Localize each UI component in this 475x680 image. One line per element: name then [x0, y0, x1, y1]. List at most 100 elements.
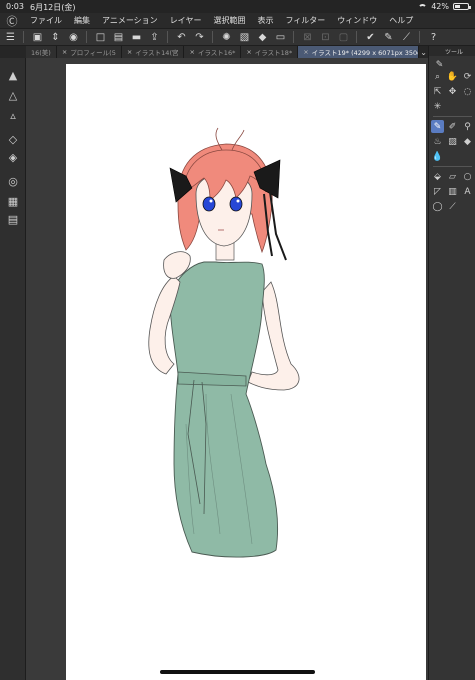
material-icon[interactable]: ▤	[5, 212, 21, 226]
close-icon[interactable]: ×	[127, 48, 132, 56]
lasso-tool-icon[interactable]: ◌	[461, 85, 474, 98]
new-canvas-icon[interactable]: ▣	[30, 30, 45, 44]
transform-icon[interactable]: ▭	[273, 30, 288, 44]
tab-label: イラスト16*	[197, 49, 236, 57]
tab-doc-active[interactable]: ×イラスト19* (4299 x 6071px 350dpi 42.2%)	[298, 46, 420, 58]
menu-view[interactable]: 表示	[251, 15, 279, 26]
tab-doc-3[interactable]: × イラスト14(宮	[121, 46, 185, 58]
tab-label: イラスト14(宮	[135, 49, 179, 57]
preview-icon[interactable]: ◉	[66, 30, 81, 44]
brush-tool-icon[interactable]: ⚲	[461, 120, 474, 133]
save-icon[interactable]: ▬	[129, 30, 144, 44]
rotate-tool-icon[interactable]: ⟳	[461, 70, 474, 83]
wifi-icon	[418, 3, 428, 10]
pencil-tool-icon[interactable]: ✐	[446, 120, 459, 133]
tab-doc-2[interactable]: × プロフィール(5	[56, 46, 122, 58]
fill-icon[interactable]: ◆	[255, 30, 270, 44]
layer-add-icon[interactable]: ▲	[5, 68, 21, 82]
figure-tool-icon[interactable]: ○	[461, 170, 474, 183]
frame-tool-icon[interactable]: ◸	[431, 185, 444, 198]
sort-icon[interactable]: ⇕	[48, 30, 63, 44]
menu-help[interactable]: ヘルプ	[383, 15, 419, 26]
tab-doc-5[interactable]: × イラスト18*	[241, 46, 299, 58]
canvas-area[interactable]	[26, 58, 428, 680]
operation-tool-icon[interactable]: ⇱	[431, 85, 444, 98]
layer-fill-icon[interactable]: △	[5, 88, 21, 102]
layers-icon[interactable]: ◈	[5, 150, 21, 164]
close-icon[interactable]: ×	[246, 48, 251, 56]
balloon-tool-icon[interactable]: ◯	[431, 200, 444, 213]
layer-shift-icon[interactable]: ▵	[5, 108, 21, 122]
blend-tool-icon[interactable]: 💧	[431, 150, 444, 163]
status-date: 6月12日(金)	[30, 3, 76, 12]
menu-animation[interactable]: アニメーション	[96, 15, 164, 26]
hand-tool-icon[interactable]: ✋	[446, 70, 459, 83]
fill-tool-icon[interactable]: ⬙	[431, 170, 444, 183]
divider	[433, 116, 472, 117]
tool-panel-header: ツール	[429, 46, 475, 56]
menu-layer[interactable]: レイヤー	[164, 15, 208, 26]
status-time: 0:03	[6, 2, 24, 11]
divider	[419, 31, 420, 43]
artwork-illustration	[148, 127, 300, 558]
close-icon[interactable]: ×	[189, 48, 194, 56]
deselect-icon[interactable]: ⊠	[300, 30, 315, 44]
magic-wand-icon[interactable]: ✳	[431, 100, 444, 113]
tab-doc-1[interactable]: 16(美)	[26, 46, 57, 58]
new-file-icon[interactable]: □	[93, 30, 108, 44]
ruler-icon[interactable]: ⟋	[399, 30, 414, 44]
eraser-tool-icon[interactable]: ◆	[461, 135, 474, 148]
command-bar: ☰ ▣ ⇕ ◉ □ ▤ ▬ ⇪ ↶ ↷ ✺ ▧ ◆ ▭ ⊠ ⊡ ▢ ✔ ✎ ⟋ …	[0, 28, 475, 46]
tool-panel-title: ツール	[445, 48, 464, 56]
zoom-tool-icon[interactable]: ⌕	[431, 70, 444, 83]
move-tool-icon[interactable]: ✥	[446, 85, 459, 98]
menu-file[interactable]: ファイル	[24, 15, 68, 26]
battery-percent: 42%	[431, 2, 449, 11]
invert-selection-icon[interactable]: ⊡	[318, 30, 333, 44]
battery-icon	[453, 3, 471, 10]
tab-label: 16(美)	[31, 49, 51, 57]
check-icon[interactable]: ✔	[363, 30, 378, 44]
redo-icon[interactable]: ↷	[192, 30, 207, 44]
divider	[212, 31, 213, 43]
gradient-tool-icon[interactable]: ▱	[446, 170, 459, 183]
help-icon[interactable]: ?	[426, 30, 441, 44]
menu-edit[interactable]: 編集	[68, 15, 96, 26]
artwork-dress	[169, 261, 278, 558]
status-right: 42%	[418, 2, 471, 11]
color-circle-icon[interactable]: ◎	[5, 174, 21, 188]
menu-bar: Ⓒ ファイル 編集 アニメーション レイヤー 選択範囲 表示 フィルター ウィン…	[0, 13, 475, 28]
divider	[356, 31, 357, 43]
loading-icon[interactable]: ✺	[219, 30, 234, 44]
airbrush-tool-icon[interactable]: ♨	[431, 135, 444, 148]
decoration-tool-icon[interactable]: ▨	[446, 135, 459, 148]
menu-filter[interactable]: フィルター	[279, 15, 331, 26]
divider	[86, 31, 87, 43]
clear-icon[interactable]: ▧	[237, 30, 252, 44]
tab-label: イラスト19* (4299 x 6071px 350dpi 42.2%)	[311, 49, 419, 57]
chevron-down-icon[interactable]: ⌄	[419, 46, 428, 58]
menu-selection[interactable]: 選択範囲	[207, 15, 251, 26]
home-indicator[interactable]	[160, 670, 315, 674]
close-icon[interactable]: ×	[303, 48, 308, 56]
ruler-tool-icon[interactable]: ▥	[446, 185, 459, 198]
palette-icon[interactable]: ▦	[5, 194, 21, 208]
battery-fill	[455, 5, 461, 8]
pen-active-tool-icon[interactable]: ✎	[431, 120, 444, 133]
selection-border-icon[interactable]: ▢	[336, 30, 351, 44]
edit-pen-icon[interactable]: ✎	[381, 30, 396, 44]
text-tool-icon[interactable]: A	[461, 185, 474, 198]
canvas-paper[interactable]	[66, 64, 426, 680]
app-logo-icon[interactable]: Ⓒ	[0, 13, 24, 29]
document-tabs: 16(美) × プロフィール(5 × イラスト14(宮 × イラスト16* × イラスト…	[0, 46, 428, 58]
line-correction-tool-icon[interactable]: ⟋	[446, 200, 459, 213]
divider	[167, 31, 168, 43]
export-icon[interactable]: ⇪	[147, 30, 162, 44]
tab-doc-4[interactable]: × イラスト16*	[184, 46, 242, 58]
close-icon[interactable]: ×	[62, 48, 67, 56]
open-folder-icon[interactable]: ▤	[111, 30, 126, 44]
layers-stack-icon[interactable]: ◇	[5, 132, 21, 146]
menu-window[interactable]: ウィンドウ	[331, 15, 383, 26]
undo-icon[interactable]: ↶	[174, 30, 189, 44]
artwork-eye-left	[202, 196, 216, 212]
